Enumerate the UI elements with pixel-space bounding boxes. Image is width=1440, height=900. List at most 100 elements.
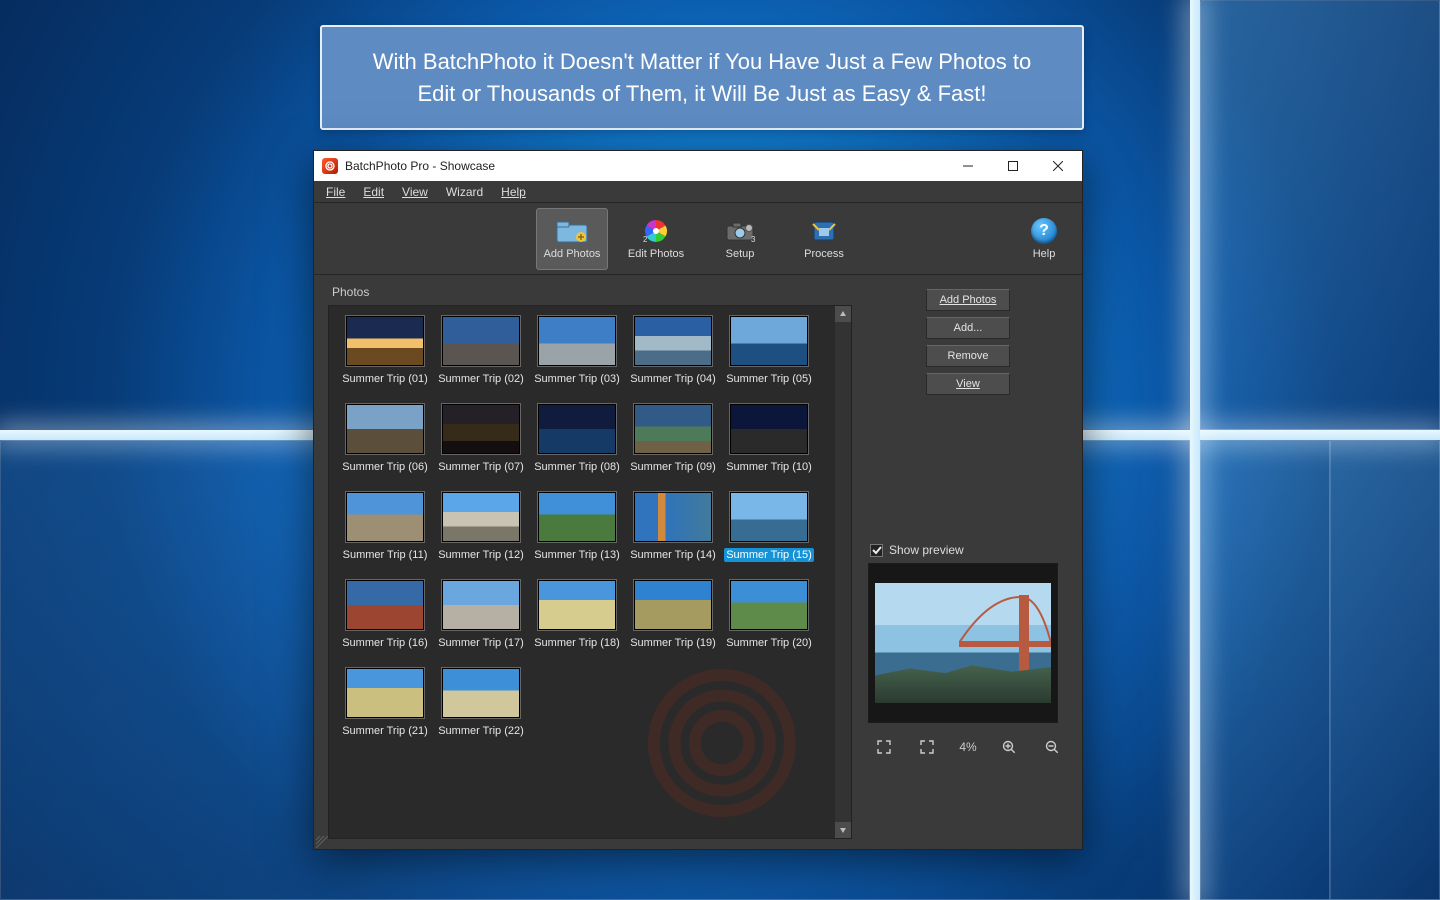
photo-thumbnail[interactable]: Summer Trip (08) bbox=[531, 404, 623, 474]
menu-wizard[interactable]: Wizard bbox=[438, 183, 491, 201]
sidebar-add-photos-label: Add Photos bbox=[940, 294, 997, 306]
watermark-swirl-icon bbox=[637, 658, 807, 828]
photo-grid-scrollbar[interactable] bbox=[835, 306, 851, 838]
menu-help[interactable]: Help bbox=[493, 183, 534, 201]
toolbar-help[interactable]: ? Help bbox=[1020, 208, 1068, 270]
wallpaper-pane bbox=[1330, 440, 1440, 900]
promo-banner-text: With BatchPhoto it Doesn't Matter if You… bbox=[372, 46, 1032, 110]
window-maximize-button[interactable] bbox=[990, 151, 1035, 181]
preview-bridge-cables bbox=[959, 595, 1051, 645]
thumbnail-caption: Summer Trip (06) bbox=[340, 460, 430, 474]
desktop-wallpaper: With BatchPhoto it Doesn't Matter if You… bbox=[0, 0, 1440, 900]
scroll-track[interactable] bbox=[835, 322, 851, 822]
photo-thumbnail[interactable]: Summer Trip (18) bbox=[531, 580, 623, 650]
photo-thumbnail[interactable]: Summer Trip (11) bbox=[339, 492, 431, 562]
thumbnail-image bbox=[346, 668, 424, 718]
sidebar-add-button[interactable]: Add... bbox=[926, 317, 1010, 339]
sidebar-view-button[interactable]: View bbox=[926, 373, 1010, 395]
photo-grid-container: Summer Trip (01)Summer Trip (02)Summer T… bbox=[328, 305, 852, 839]
thumbnail-image bbox=[442, 492, 520, 542]
photo-thumbnail[interactable]: Summer Trip (12) bbox=[435, 492, 527, 562]
photo-thumbnail[interactable]: Summer Trip (15) bbox=[723, 492, 815, 562]
thumbnail-image bbox=[346, 316, 424, 366]
fullscreen-icon[interactable] bbox=[917, 737, 937, 757]
thumbnail-caption: Summer Trip (13) bbox=[532, 548, 622, 562]
app-icon bbox=[322, 158, 338, 174]
thumbnail-image bbox=[346, 492, 424, 542]
menu-file-label: File bbox=[326, 185, 345, 199]
menu-help-label: Help bbox=[501, 185, 526, 199]
thumbnail-caption: Summer Trip (03) bbox=[532, 372, 622, 386]
window-close-button[interactable] bbox=[1035, 151, 1080, 181]
photo-thumbnail[interactable]: Summer Trip (06) bbox=[339, 404, 431, 474]
thumbnail-image bbox=[538, 580, 616, 630]
promo-banner: With BatchPhoto it Doesn't Matter if You… bbox=[320, 25, 1084, 130]
photo-thumbnail[interactable]: Summer Trip (13) bbox=[531, 492, 623, 562]
photo-thumbnail[interactable]: Summer Trip (04) bbox=[627, 316, 719, 386]
preview-zoom-toolbar: 4% bbox=[868, 737, 1068, 757]
window-title: BatchPhoto Pro - Showcase bbox=[345, 159, 945, 173]
fit-to-window-icon[interactable] bbox=[874, 737, 894, 757]
thumbnail-caption: Summer Trip (16) bbox=[340, 636, 430, 650]
toolbar-process[interactable]: Process bbox=[788, 208, 860, 270]
sidebar-remove-label: Remove bbox=[948, 350, 989, 362]
camera-gear-icon: 3 bbox=[723, 218, 757, 244]
photo-thumbnail[interactable]: Summer Trip (20) bbox=[723, 580, 815, 650]
photo-thumbnail[interactable]: Summer Trip (05) bbox=[723, 316, 815, 386]
sidebar-add-photos-button[interactable]: Add Photos bbox=[926, 289, 1010, 311]
window-titlebar[interactable]: BatchPhoto Pro - Showcase bbox=[314, 151, 1082, 181]
toolbar-edit-photos[interactable]: 2 Edit Photos bbox=[620, 208, 692, 270]
photo-thumbnail[interactable]: Summer Trip (16) bbox=[339, 580, 431, 650]
thumbnail-image bbox=[730, 404, 808, 454]
thumbnail-caption: Summer Trip (01) bbox=[340, 372, 430, 386]
toolbar-help-label: Help bbox=[1033, 248, 1056, 260]
window-minimize-button[interactable] bbox=[945, 151, 990, 181]
thumbnail-image bbox=[730, 492, 808, 542]
zoom-in-icon[interactable] bbox=[999, 737, 1019, 757]
svg-text:2: 2 bbox=[643, 235, 648, 244]
toolbar-process-label: Process bbox=[804, 248, 844, 260]
photo-thumbnail[interactable]: Summer Trip (01) bbox=[339, 316, 431, 386]
photo-thumbnail[interactable]: Summer Trip (14) bbox=[627, 492, 719, 562]
scroll-down-button[interactable] bbox=[835, 822, 851, 838]
thumbnail-caption: Summer Trip (20) bbox=[724, 636, 814, 650]
photo-thumbnail[interactable]: Summer Trip (07) bbox=[435, 404, 527, 474]
preview-panel bbox=[868, 563, 1058, 723]
thumbnail-image bbox=[538, 404, 616, 454]
photo-thumbnail[interactable]: Summer Trip (02) bbox=[435, 316, 527, 386]
photo-thumbnail[interactable]: Summer Trip (22) bbox=[435, 668, 527, 738]
toolbar-add-photos-label: Add Photos bbox=[544, 248, 601, 260]
wallpaper-pane bbox=[1200, 440, 1330, 900]
photo-thumbnail[interactable]: Summer Trip (09) bbox=[627, 404, 719, 474]
thumbnail-image bbox=[538, 492, 616, 542]
photo-thumbnail[interactable]: Summer Trip (21) bbox=[339, 668, 431, 738]
thumbnail-caption: Summer Trip (12) bbox=[436, 548, 526, 562]
scroll-up-button[interactable] bbox=[835, 306, 851, 322]
sidebar-remove-button[interactable]: Remove bbox=[926, 345, 1010, 367]
thumbnail-image bbox=[634, 492, 712, 542]
menu-edit-label: Edit bbox=[363, 185, 384, 199]
menu-view[interactable]: View bbox=[394, 183, 436, 201]
thumbnail-caption: Summer Trip (14) bbox=[628, 548, 718, 562]
thumbnail-caption: Summer Trip (11) bbox=[341, 548, 430, 562]
photo-thumbnail[interactable]: Summer Trip (19) bbox=[627, 580, 719, 650]
thumbnail-image bbox=[442, 580, 520, 630]
photo-thumbnail[interactable]: Summer Trip (03) bbox=[531, 316, 623, 386]
photo-thumbnail[interactable]: Summer Trip (10) bbox=[723, 404, 815, 474]
thumbnail-caption: Summer Trip (09) bbox=[628, 460, 718, 474]
menu-edit[interactable]: Edit bbox=[355, 183, 392, 201]
wallpaper-pane bbox=[1200, 0, 1440, 430]
zoom-out-icon[interactable] bbox=[1042, 737, 1062, 757]
toolbar-setup[interactable]: 3 Setup bbox=[704, 208, 776, 270]
window-resize-grip[interactable] bbox=[316, 835, 328, 847]
thumbnail-image bbox=[346, 404, 424, 454]
show-preview-checkbox[interactable] bbox=[870, 544, 883, 557]
menu-bar: File Edit View Wizard Help bbox=[314, 181, 1082, 203]
toolbar-setup-label: Setup bbox=[726, 248, 755, 260]
wallpaper-cross-vertical bbox=[1190, 0, 1200, 900]
preview-image bbox=[875, 583, 1051, 703]
photo-thumbnail[interactable]: Summer Trip (17) bbox=[435, 580, 527, 650]
toolbar-add-photos[interactable]: Add Photos bbox=[536, 208, 608, 270]
thumbnail-caption: Summer Trip (22) bbox=[436, 724, 526, 738]
menu-file[interactable]: File bbox=[318, 183, 353, 201]
